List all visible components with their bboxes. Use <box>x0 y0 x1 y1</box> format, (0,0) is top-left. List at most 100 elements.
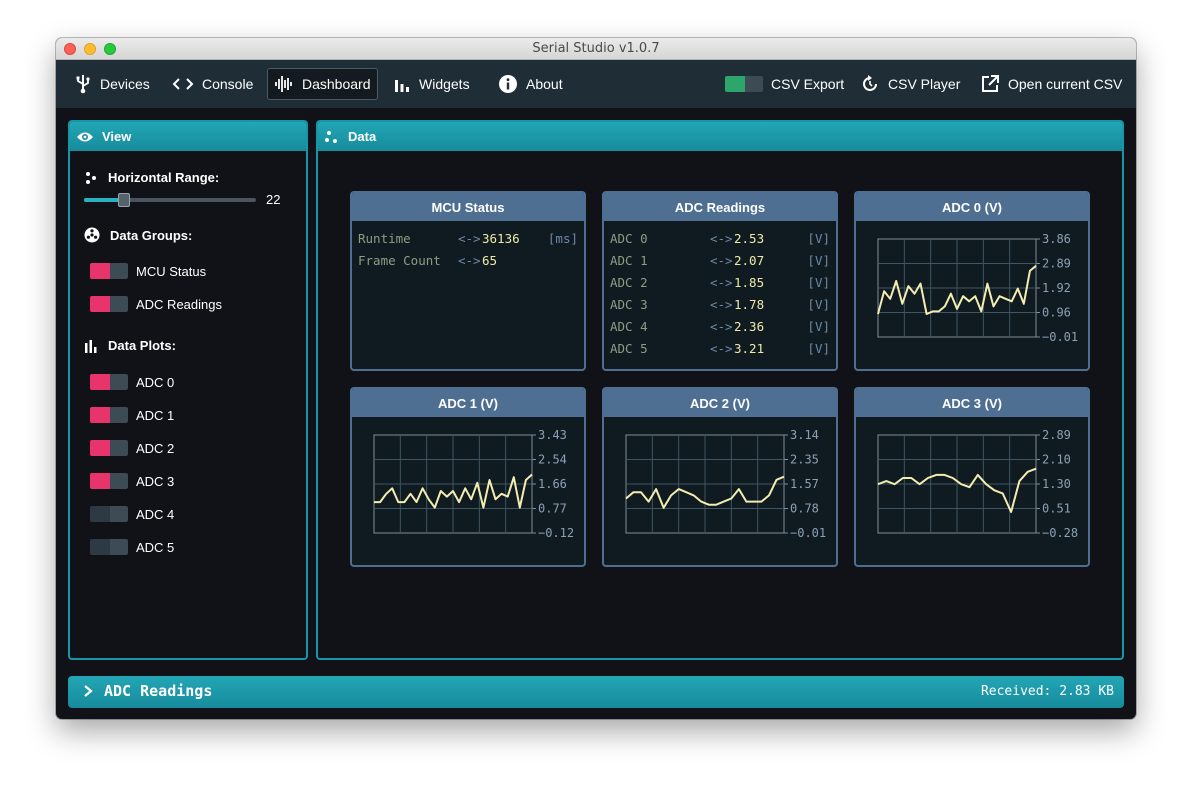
dataset-row: ADC 5 <-> 3.21 [V] <box>610 339 830 357</box>
dataset-value: 65 <box>482 252 498 268</box>
data-plot-switch[interactable] <box>90 407 128 423</box>
dataset-row: ADC 3 <-> 1.78 [V] <box>610 295 830 313</box>
data-groups-section: Data Groups: <box>84 227 192 243</box>
data-plot-item[interactable]: ADC 2 <box>90 440 174 456</box>
dataset-value: 2.53 <box>734 230 765 246</box>
app-window: Serial Studio v1.0.7 Devices Console Das… <box>56 38 1136 719</box>
data-group-switch[interactable] <box>90 296 128 312</box>
widgets-button[interactable]: Widgets <box>387 68 476 100</box>
dataset-row: ADC 0 <-> 2.53 [V] <box>610 229 830 247</box>
dataset-unit: [V] <box>807 296 830 312</box>
y-tick-label: 1.30 <box>1042 477 1071 491</box>
dataset-value: 36136 <box>482 230 520 246</box>
view-panel-header: View <box>70 122 306 151</box>
dataset-label: ADC 4 <box>610 318 648 334</box>
data-plot-item[interactable]: ADC 0 <box>90 374 174 390</box>
widget-title: ADC 2 (V) <box>604 389 836 417</box>
status-title: ADC Readings <box>82 682 212 700</box>
csv-export-toggle[interactable]: CSV Export <box>719 68 850 100</box>
waveform-icon <box>275 76 292 92</box>
data-plot-switch[interactable] <box>90 506 128 522</box>
y-tick-label: −0.28 <box>1042 526 1078 540</box>
mcu-status-widget: MCU Status Runtime <-> 36136 [ms] Frame Coun… <box>350 191 586 371</box>
dataset-label: Frame Count <box>358 252 441 268</box>
csv-player-label: CSV Player <box>888 76 961 92</box>
data-group-label: MCU Status <box>136 263 207 279</box>
window-title: Serial Studio v1.0.7 <box>532 41 660 56</box>
widget-title: ADC 0 (V) <box>856 193 1088 221</box>
dataset-value: 3.21 <box>734 340 765 356</box>
data-group-item[interactable]: ADC Readings <box>90 296 222 312</box>
data-group-switch[interactable] <box>90 263 128 279</box>
code-icon <box>172 78 194 90</box>
data-plot-label: ADC 0 <box>136 374 175 390</box>
adc-readings-widget: ADC Readings ADC 0 <-> 2.53 [V] ADC 1 <-> 2.07… <box>602 191 838 371</box>
dataset-row: ADC 4 <-> 2.36 [V] <box>610 317 830 335</box>
horizontal-range-slider[interactable] <box>84 193 256 207</box>
data-plot-item[interactable]: ADC 5 <box>90 539 174 555</box>
data-plots-section: Data Plots: <box>84 338 176 353</box>
y-tick-label: 2.54 <box>538 453 567 467</box>
bar-chart-icon <box>85 339 97 353</box>
y-tick-label: 3.86 <box>1042 232 1071 246</box>
dataset-row: Frame Count <-> 65 <box>358 251 578 269</box>
csv-export-switch[interactable] <box>725 76 763 92</box>
data-plot-switch[interactable] <box>90 539 128 555</box>
devices-button[interactable]: Devices <box>68 68 156 100</box>
data-plot-item[interactable]: ADC 4 <box>90 506 174 522</box>
data-panel-header: Data <box>318 122 1122 151</box>
csv-player-button[interactable]: CSV Player <box>854 68 966 100</box>
dataset-arrow: <-> <box>710 296 733 312</box>
data-plot-item[interactable]: ADC 3 <box>90 473 174 489</box>
data-plot-label: ADC 1 <box>136 407 175 423</box>
dataset-arrow: <-> <box>710 274 733 290</box>
dataset-unit: [ms] <box>547 230 578 246</box>
toolbar: Devices Console Dashboard Widgets About … <box>56 60 1136 108</box>
dataset-value: 1.85 <box>734 274 765 290</box>
slider-handle[interactable] <box>117 193 130 207</box>
data-plot-item[interactable]: ADC 1 <box>90 407 174 423</box>
title-bar: Serial Studio v1.0.7 <box>56 38 1136 60</box>
data-plot-label: ADC 5 <box>136 539 175 555</box>
dataset-arrow: <-> <box>710 252 733 268</box>
y-tick-label: 3.14 <box>790 428 819 442</box>
open-csv-button[interactable]: Open current CSV <box>974 68 1128 100</box>
scatter-icon <box>86 171 96 184</box>
dataset-row: Runtime <-> 36136 [ms] <box>358 229 578 247</box>
data-plot-label: ADC 3 <box>136 473 175 489</box>
received-bytes: Received: 2.83 KB <box>980 684 1114 699</box>
y-tick-label: 0.78 <box>790 502 819 516</box>
about-button[interactable]: About <box>492 68 569 100</box>
y-tick-label: 3.43 <box>538 428 567 442</box>
open-csv-label: Open current CSV <box>1008 76 1123 92</box>
data-plot-label: ADC 4 <box>136 506 175 522</box>
plot-canvas: 3.86 2.89 1.92 0.96 −0.01 <box>877 232 1078 344</box>
data-plot-switch[interactable] <box>90 374 128 390</box>
y-tick-label: 1.92 <box>1042 281 1071 295</box>
dataset-label: ADC 1 <box>610 252 648 268</box>
external-link-icon <box>982 75 999 92</box>
y-tick-label: 0.77 <box>538 502 567 516</box>
console-button[interactable]: Console <box>166 68 259 100</box>
y-tick-label: −0.12 <box>538 526 574 540</box>
dataset-label: ADC 2 <box>610 274 648 290</box>
data-plot-switch[interactable] <box>90 473 128 489</box>
devices-label: Devices <box>100 76 150 92</box>
plot-canvas: 3.14 2.35 1.57 0.78 −0.01 <box>625 428 826 540</box>
radiation-icon <box>84 227 100 243</box>
dataset-arrow: <-> <box>458 230 481 246</box>
data-group-label: ADC Readings <box>136 296 222 312</box>
dashboard-button[interactable]: Dashboard <box>267 68 378 100</box>
refresh-icon <box>863 75 877 91</box>
data-group-item[interactable]: MCU Status <box>90 263 206 279</box>
eye-icon <box>77 132 93 141</box>
console-label: Console <box>202 76 254 92</box>
dataset-label: ADC 3 <box>610 296 648 312</box>
status-bar[interactable]: ADC Readings Received: 2.83 KB <box>68 676 1124 708</box>
y-tick-label: 1.66 <box>538 477 567 491</box>
data-plot-switch[interactable] <box>90 440 128 456</box>
dataset-arrow: <-> <box>710 230 733 246</box>
dataset-unit: [V] <box>807 318 830 334</box>
y-tick-label: −0.01 <box>1042 330 1078 344</box>
y-tick-label: −0.01 <box>790 526 826 540</box>
